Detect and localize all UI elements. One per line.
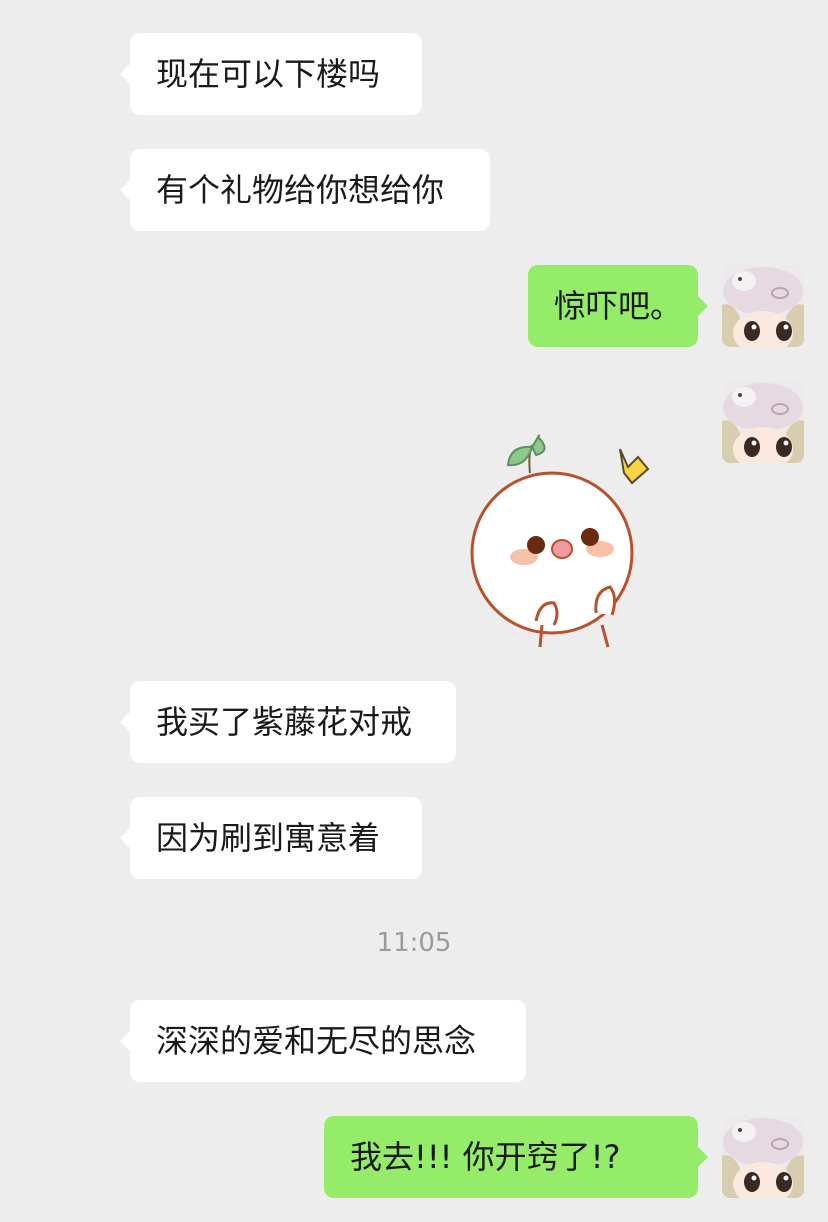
message-bubble-incoming[interactable]: 深深的爱和无尽的思念 [120, 1000, 526, 1082]
message-bubble-incoming[interactable]: 因为刷到寓意着 [120, 797, 422, 879]
message-text: 我去!!! 你开窍了!? [350, 1138, 621, 1176]
message-bubble-incoming[interactable]: 有个礼物给你想给你 [120, 149, 490, 231]
message-text: 我买了紫藤花对戒 [156, 703, 413, 741]
message-text: 因为刷到寓意着 [156, 819, 381, 857]
avatar-girl-hat-icon [722, 265, 804, 347]
avatar-girl-hat-icon [722, 1116, 804, 1198]
avatar-girl-hat-icon [722, 381, 804, 463]
chat-timestamp: 11:05 [376, 928, 452, 958]
message-bubble-outgoing[interactable]: 惊吓吧。 [528, 265, 708, 347]
avatar[interactable] [722, 381, 804, 463]
message-text: 有个礼物给你想给你 [156, 171, 445, 209]
avatar[interactable] [722, 1116, 804, 1198]
message-bubble-incoming[interactable]: 我买了紫藤花对戒 [120, 681, 456, 763]
message-bubble-incoming[interactable]: 现在可以下楼吗 [120, 33, 422, 115]
message-text: 深深的爱和无尽的思念 [156, 1022, 477, 1060]
cute-bun-sticker[interactable] [462, 425, 672, 655]
message-text: 现在可以下楼吗 [156, 55, 381, 93]
avatar[interactable] [722, 265, 804, 347]
message-text: 惊吓吧。 [554, 287, 683, 325]
message-bubble-outgoing[interactable]: 我去!!! 你开窍了!? [324, 1116, 708, 1198]
